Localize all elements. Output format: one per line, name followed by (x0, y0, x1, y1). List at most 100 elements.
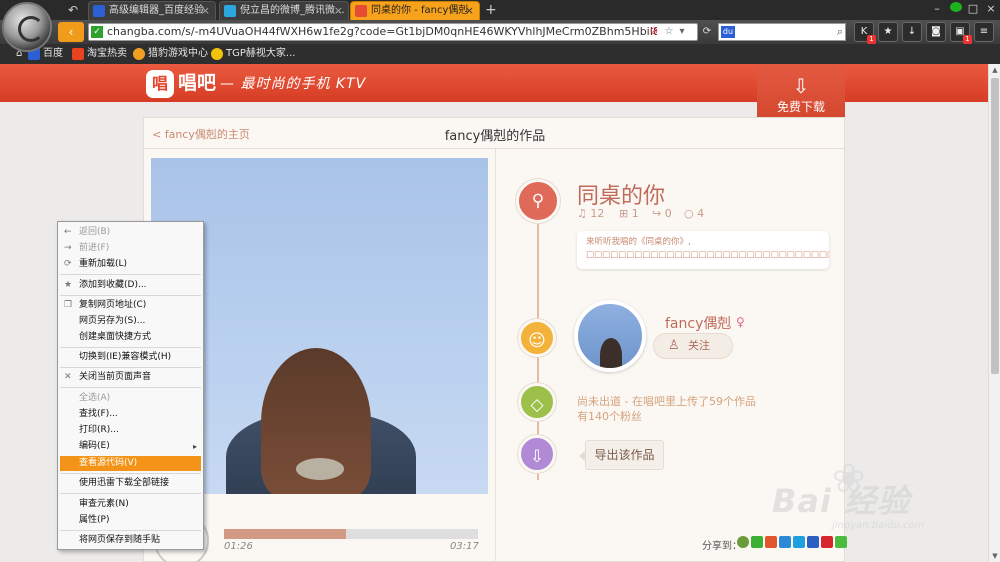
new-tab-button[interactable]: + (485, 2, 497, 18)
baidu-jingyan-watermark: ❀ Bai 经验 jingyan.baidu.com (762, 456, 982, 546)
menu-item-back[interactable]: ← 返回(B) (60, 225, 201, 240)
star-icon[interactable]: ☆ (662, 25, 676, 39)
adblock-icon[interactable]: ⊘ (647, 25, 661, 39)
username[interactable]: fancy偶剋 (665, 313, 731, 333)
menu-item-save-to-notes[interactable]: 将网页保存到随手贴 (60, 533, 201, 548)
gamepad-icon[interactable]: ◙ (926, 22, 946, 42)
status-indicator-icon (950, 2, 962, 12)
tab-baidu-jingyan[interactable]: 高级编辑器_百度经验 × (88, 1, 216, 20)
shares-stat: ↪ 0 (652, 207, 672, 220)
extension-k-icon[interactable]: K1 (854, 22, 876, 44)
share-label: 分享到： (702, 541, 742, 552)
download-icon[interactable]: ↓ (902, 22, 922, 42)
menu-item-find[interactable]: 查找(F)... (60, 407, 201, 422)
menu-item-label: 全选(A) (79, 393, 111, 403)
total-time: 03:17 (450, 541, 479, 552)
menu-item-encoding[interactable]: 编码(E) ▸ (60, 439, 201, 454)
scroll-down-icon[interactable]: ▼ (990, 550, 1000, 562)
listens-stat: ♫ 12 (577, 207, 604, 220)
back-arrow-icon: ← (64, 227, 72, 237)
close-tab-icon[interactable]: × (201, 2, 210, 20)
menu-item-view-source[interactable]: 查看源代码(V) (60, 456, 201, 471)
playback-progress-fill (224, 529, 346, 539)
brand-name[interactable]: 唱吧 (178, 69, 216, 97)
menu-icon[interactable]: ≡ (974, 22, 994, 42)
menu-item-label: 重新加载(L) (79, 259, 128, 269)
bookmark-label: 猎豹游戏中心 (148, 48, 208, 59)
scroll-up-icon[interactable]: ▲ (990, 64, 1000, 76)
bookmark-taobao[interactable]: 淘宝热卖 (72, 46, 127, 62)
menu-item-desktop-shortcut[interactable]: 创建桌面快捷方式 (60, 330, 201, 345)
tgp-icon (211, 48, 223, 60)
changba-logo-icon[interactable]: 唱 (146, 70, 174, 98)
menu-item-select-all[interactable]: 全选(A) (60, 391, 201, 406)
menu-item-copy-url[interactable]: ❐ 复制网页地址(C) (60, 298, 201, 313)
mute-icon: ✕ (64, 372, 72, 382)
current-time: 01:26 (224, 541, 253, 552)
bookmark-game-center[interactable]: 猎豹游戏中心 (133, 46, 208, 62)
refresh-icon[interactable]: ⟳ (700, 25, 714, 39)
back-button[interactable]: ‹ (58, 22, 84, 42)
menu-item-add-favorite[interactable]: ★ 添加到收藏(D)... (60, 278, 201, 293)
share-qzone-icon[interactable] (737, 536, 749, 548)
gift-icon: ⊞ (619, 207, 629, 220)
menu-item-save-as[interactable]: 网页另存为(S)... (60, 314, 201, 329)
watermark-brand: Bai 经验 (772, 482, 911, 520)
search-icon[interactable]: ⌕ (837, 25, 843, 39)
menu-item-label: 审查元素(N) (79, 499, 129, 509)
menu-item-label: 查找(F)... (79, 409, 118, 419)
menu-separator (60, 367, 201, 368)
menu-item-reload[interactable]: ⟳ 重新加载(L) (60, 257, 201, 272)
address-bar[interactable]: ✓ changba.com/s/-m4UVuaOH44fWXH6w1fe2g?c… (88, 23, 698, 41)
maximize-icon[interactable]: □ (966, 2, 980, 16)
favorites-star-icon[interactable]: ★ (878, 22, 898, 42)
bag-icon[interactable]: ▣ 1 (950, 22, 972, 44)
minimize-icon[interactable]: – (930, 2, 944, 16)
menu-item-mute-page[interactable]: ✕ 关闭当前页面声音 (60, 370, 201, 385)
menu-item-inspect[interactable]: 审查元素(N) (60, 497, 201, 512)
page-scrollbar[interactable]: ▲ ▼ (988, 64, 1000, 562)
shares-count: 0 (664, 207, 672, 220)
menu-item-ie-mode[interactable]: 切换到(IE)兼容模式(H) (60, 350, 201, 365)
avatar-person-shape (600, 338, 622, 368)
follow-button[interactable]: ♙ 关注 (653, 333, 733, 359)
notification-badge: 1 (963, 35, 972, 44)
menu-item-print[interactable]: 打印(R)... (60, 423, 201, 438)
menu-item-label: 前进(F) (79, 243, 110, 253)
search-box[interactable]: du ⌕ (718, 23, 846, 41)
url-dropdown-icon[interactable]: ▾ (677, 25, 687, 39)
menu-item-properties[interactable]: 属性(P) (60, 513, 201, 528)
menu-separator (60, 274, 201, 275)
playback-progress-bar[interactable] (224, 529, 478, 539)
tab-changba[interactable]: 同桌的你 - fancy偶剋 × (350, 1, 480, 20)
context-menu: ← 返回(B) → 前进(F) ⟳ 重新加载(L) ★ 添加到收藏(D)... ❐ 复制网… (57, 221, 204, 550)
download-arrow-icon: ⇩ (792, 74, 810, 98)
browser-logo[interactable] (2, 2, 52, 52)
browser-toolbar: ‹ ✓ changba.com/s/-m4UVuaOH44fWXH6w1fe2g… (0, 20, 1000, 44)
export-work-button[interactable]: 导出该作品 (579, 440, 664, 470)
menu-item-forward[interactable]: → 前进(F) (60, 241, 201, 256)
tab-label: 高级编辑器_百度经验 (109, 5, 204, 16)
close-tab-icon[interactable]: × (465, 2, 474, 20)
tab-weibo[interactable]: 倪立昌的微博_腾讯微... × (219, 1, 349, 20)
undo-close-icon[interactable]: ↶ (64, 2, 82, 18)
scroll-thumb[interactable] (991, 78, 999, 374)
url-text[interactable]: changba.com/s/-m4UVuaOH44fWXH6w1fe2g?cod… (107, 24, 657, 40)
bookmarks-bar: ⌂ 百度 淘宝热卖 猎豹游戏中心 TGP赫视大家... (0, 44, 1000, 64)
avatar[interactable] (574, 300, 646, 372)
diamond-icon: ◇ (518, 383, 556, 421)
close-tab-icon[interactable]: × (334, 2, 343, 20)
bookmark-tgp[interactable]: TGP赫视大家... (211, 46, 295, 62)
baidu-search-engine-icon[interactable]: du (721, 26, 735, 38)
menu-item-label: 将网页保存到随手贴 (79, 535, 161, 545)
divider (495, 149, 496, 562)
comments-stat: ○ 4 (684, 207, 704, 220)
menu-item-thunder-download[interactable]: 使用迅雷下载全部链接 (60, 476, 201, 491)
profile-summary: 尚未出道 - 在唱吧里上传了59个作品 (577, 395, 756, 408)
fans-count: 有140个粉丝 (577, 410, 642, 423)
add-user-icon: ♙ (668, 338, 680, 353)
menu-item-label: 添加到收藏(D)... (79, 280, 147, 290)
gifts-count: 1 (631, 207, 639, 220)
menu-item-label: 查看源代码(V) (79, 458, 138, 468)
close-window-icon[interactable]: × (984, 2, 998, 16)
